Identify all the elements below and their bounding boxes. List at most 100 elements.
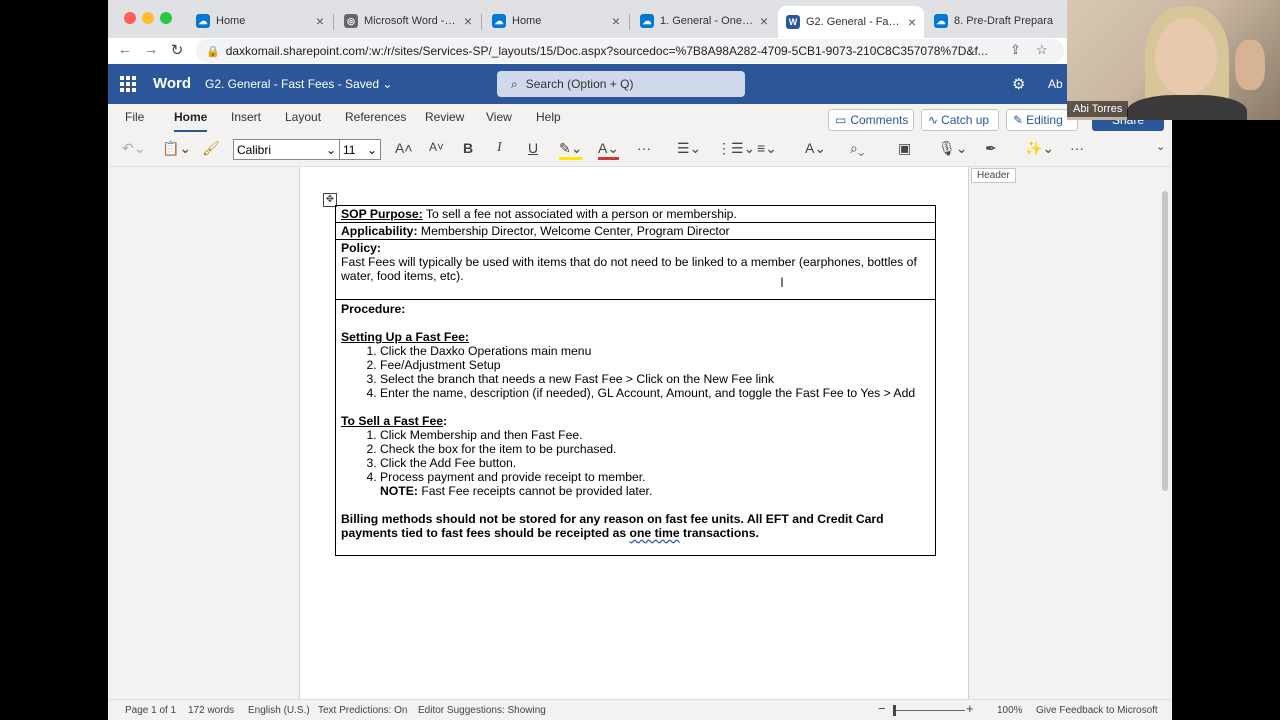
user-account-initials[interactable]: Ab <box>1048 77 1063 91</box>
clipboard-icon[interactable]: 📋⌄ <box>162 140 191 157</box>
browser-tab-home-2[interactable]: ☁ Home × <box>484 8 628 34</box>
tab-file[interactable]: File <box>125 110 144 124</box>
browser-tab-home-1[interactable]: ☁ Home × <box>188 8 332 34</box>
tab-help[interactable]: Help <box>536 110 561 124</box>
catch-up-button[interactable]: ∿ Catch up <box>921 109 999 131</box>
sop-table[interactable]: SOP Purpose: To sell a fee not associate… <box>335 205 936 556</box>
comments-button[interactable]: ▭ Comments <box>828 109 914 131</box>
procedure-label: Procedure: <box>341 302 406 316</box>
sop-purpose-label: SOP Purpose: <box>341 207 423 221</box>
browser-tab-pre-draft[interactable]: ☁ 8. Pre-Draft Prepara <box>926 8 1070 34</box>
more-commands-icon[interactable]: ··· <box>1070 140 1084 156</box>
policy-text: Fast Fees will typically be used with it… <box>341 255 917 283</box>
list-item: Select the branch that needs a new Fast … <box>380 372 930 386</box>
tab-references[interactable]: References <box>345 110 406 124</box>
font-name-select[interactable]: Calibri ⌄ <box>233 139 340 160</box>
list-item: Process payment and provide receipt to m… <box>380 470 930 484</box>
browser-tab-strip: ☁ Home × ◎ Microsoft Word - 01 × ☁ Home … <box>108 0 1172 38</box>
document-page[interactable]: ✥ SOP Purpose: To sell a fee not associa… <box>299 167 969 699</box>
undo-icon[interactable]: ↶⌄ <box>122 140 145 157</box>
page-count[interactable]: Page 1 of 1 <box>125 705 176 716</box>
zoom-slider-track[interactable] <box>895 710 965 711</box>
word-count[interactable]: 172 words <box>188 705 234 716</box>
styles-icon[interactable]: A⌄ <box>805 140 826 157</box>
font-size-select[interactable]: 11 ⌄ <box>339 139 381 160</box>
close-icon[interactable]: × <box>464 13 472 29</box>
format-painter-icon[interactable]: 🖌 <box>202 140 220 157</box>
bookmark-star-icon[interactable]: ☆ <box>1036 42 1048 58</box>
sop-purpose-text: To sell a fee not associated with a pers… <box>425 207 737 221</box>
catch-up-label: Catch up <box>941 113 990 127</box>
designer-icon[interactable]: ✨⌄ <box>1025 140 1054 157</box>
tab-layout[interactable]: Layout <box>285 110 321 124</box>
font-color-icon[interactable]: A⌄ <box>598 140 620 160</box>
sell-heading: To Sell a Fast Fee <box>341 414 444 428</box>
language-indicator[interactable]: English (U.S.) <box>248 705 310 716</box>
zoom-out-icon[interactable]: − <box>878 701 886 716</box>
dictate-microphone-icon[interactable]: 🎙⌄ <box>938 140 968 157</box>
text-predictions-status[interactable]: Text Predictions: On <box>318 705 407 716</box>
search-input[interactable]: ⌕ Search (Option + Q) <box>497 71 745 97</box>
applicability-row[interactable]: Applicability: Membership Director, Welc… <box>336 223 935 240</box>
close-window-icon[interactable] <box>124 12 136 24</box>
url-field[interactable]: 🔒 daxkomail.sharepoint.com/:w:/r/sites/S… <box>196 39 1064 63</box>
browser-tab-microsoft-word[interactable]: ◎ Microsoft Word - 01 × <box>336 8 480 34</box>
chevron-down-icon: ⌄ <box>382 77 393 91</box>
policy-row[interactable]: Policy: Fast Fees will typically be used… <box>336 240 935 300</box>
bullets-icon[interactable]: ☰⌄ <box>677 140 701 157</box>
app-launcher-icon[interactable] <box>120 76 136 92</box>
close-icon[interactable]: × <box>316 13 324 29</box>
tab-review[interactable]: Review <box>425 110 464 124</box>
tab-insert[interactable]: Insert <box>231 110 261 124</box>
note-line: NOTE: Fast Fee receipts cannot be provid… <box>341 484 930 498</box>
tab-label: 8. Pre-Draft Prepara <box>954 15 1054 27</box>
close-icon[interactable]: × <box>612 13 620 29</box>
word-app-bar: Word G2. General - Fast Fees - Saved ⌄ ⌕… <box>108 64 1172 104</box>
reload-icon[interactable]: ↻ <box>164 41 190 59</box>
list-item: Check the box for the item to be purchas… <box>380 442 930 456</box>
app-name[interactable]: Word <box>153 75 191 92</box>
sensitivity-icon[interactable]: ▣ <box>898 140 911 157</box>
more-options-icon[interactable]: ··· <box>637 140 651 156</box>
tab-divider <box>481 14 482 30</box>
tab-view[interactable]: View <box>486 110 512 124</box>
italic-icon[interactable]: I <box>497 140 502 156</box>
list-item: Click the Daxko Operations main menu <box>380 344 930 358</box>
editor-suggestions-status[interactable]: Editor Suggestions: Showing <box>418 705 546 716</box>
gear-icon[interactable]: ⚙ <box>1012 75 1025 93</box>
document-title[interactable]: G2. General - Fast Fees - Saved ⌄ <box>205 77 392 91</box>
close-icon[interactable]: × <box>760 13 768 29</box>
highlight-icon[interactable]: ✎⌄ <box>559 140 583 160</box>
underline-icon[interactable]: U <box>528 140 538 156</box>
maximize-window-icon[interactable] <box>160 12 172 24</box>
zoom-level[interactable]: 100% <box>997 705 1023 716</box>
browser-tab-fast-fees-active[interactable]: W G2. General - Fast F × <box>778 6 924 38</box>
align-icon[interactable]: ≡⌄ <box>757 140 777 157</box>
browser-window: ☁ Home × ◎ Microsoft Word - 01 × ☁ Home … <box>108 0 1172 720</box>
procedure-row[interactable]: Procedure: Setting Up a Fast Fee: Click … <box>336 300 935 555</box>
zoom-slider-thumb[interactable] <box>893 705 896 716</box>
ribbon-collapse-chevron-icon[interactable]: ⌄ <box>1156 140 1165 153</box>
shrink-font-icon[interactable]: A˅ <box>429 140 444 154</box>
applicability-label: Applicability: <box>341 224 418 238</box>
back-arrow-icon[interactable]: ← <box>112 41 138 58</box>
grow-font-icon[interactable]: A˄ <box>395 140 413 156</box>
close-icon[interactable]: × <box>908 14 916 30</box>
share-page-icon[interactable]: ⇪ <box>1010 42 1021 58</box>
sop-purpose-row[interactable]: SOP Purpose: To sell a fee not associate… <box>336 206 935 223</box>
tab-home[interactable]: Home <box>174 110 208 132</box>
zoom-in-icon[interactable]: + <box>966 701 974 716</box>
tab-divider <box>629 14 630 30</box>
word-icon: W <box>786 15 800 29</box>
numbering-icon[interactable]: ⋮☰⌄ <box>717 140 755 157</box>
tab-label: Home <box>512 15 542 27</box>
browser-tab-general-onedrive[interactable]: ☁ 1. General - OneDriv × <box>632 8 776 34</box>
forward-arrow-icon[interactable]: → <box>138 41 164 58</box>
list-item: Click Membership and then Fast Fee. <box>380 428 930 442</box>
editor-icon[interactable]: ✒ <box>985 140 997 157</box>
minimize-window-icon[interactable] <box>142 12 154 24</box>
bold-icon[interactable]: B <box>463 140 473 156</box>
vertical-scrollbar[interactable] <box>1162 191 1168 491</box>
feedback-link[interactable]: Give Feedback to Microsoft <box>1036 705 1158 716</box>
find-icon[interactable]: ⌕⌄ <box>850 140 864 157</box>
